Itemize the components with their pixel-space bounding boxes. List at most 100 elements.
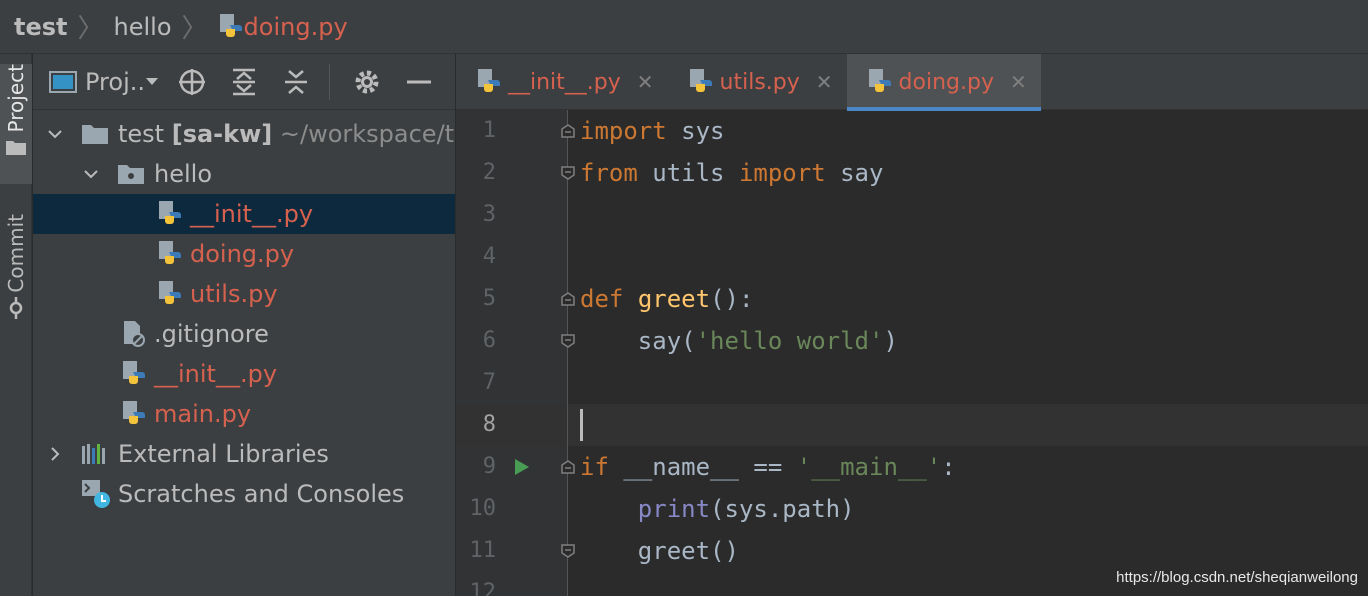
- project-tool-button[interactable]: Project: [0, 64, 32, 184]
- collapse-all-button[interactable]: [277, 63, 315, 101]
- commit-icon: [9, 296, 23, 319]
- tree-item-module-tag: [sa-kw]: [171, 120, 273, 148]
- code-line: 7: [456, 362, 1368, 404]
- project-tool-label: Project: [4, 64, 28, 133]
- dropdown-arrow-icon: [146, 77, 158, 85]
- fold-open-icon[interactable]: [560, 291, 576, 307]
- ignored-file-icon: [124, 321, 145, 347]
- tree-item-external-libraries[interactable]: External Libraries: [33, 434, 455, 474]
- crosshair-icon: [179, 68, 205, 95]
- close-icon[interactable]: ✕: [816, 70, 833, 94]
- minimize-icon: [407, 80, 431, 83]
- tree-item-utils-py[interactable]: utils.py: [33, 274, 455, 314]
- tree-item-gitignore[interactable]: .gitignore: [33, 314, 455, 354]
- line-number: 2: [482, 160, 496, 185]
- project-view-dropdown[interactable]: Proj..: [85, 68, 159, 96]
- tree-item-label: test: [118, 120, 165, 148]
- line-number: 11: [469, 538, 497, 563]
- tree-item-init-py[interactable]: __init__.py: [33, 194, 455, 234]
- close-icon[interactable]: ✕: [1010, 70, 1027, 94]
- line-number: 8: [482, 412, 496, 437]
- library-icon: [82, 444, 105, 464]
- expand-all-icon: [233, 68, 255, 95]
- code-line: 3: [456, 194, 1368, 236]
- project-view-icon: [49, 70, 77, 93]
- python-file-icon: [689, 69, 712, 92]
- tree-item-doing-py[interactable]: doing.py: [33, 234, 455, 274]
- breadcrumb-file[interactable]: doing.py: [218, 13, 348, 41]
- tree-item-main-py[interactable]: main.py: [33, 394, 455, 434]
- tab-doing-py[interactable]: doing.py ✕: [846, 54, 1041, 111]
- text-caret: [580, 409, 583, 441]
- chevron-down-icon[interactable]: [83, 166, 99, 182]
- tree-item-path: ~/workspace/t: [279, 120, 455, 148]
- project-toolbar: Proj..: [33, 54, 455, 110]
- tree-item-hello[interactable]: hello: [33, 154, 455, 194]
- tree-item-label: .gitignore: [154, 320, 269, 348]
- settings-button[interactable]: [348, 63, 386, 101]
- folder-icon: [82, 125, 108, 144]
- tree-item-test[interactable]: test [sa-kw] ~/workspace/t: [33, 114, 455, 154]
- fold-open-icon[interactable]: [560, 459, 576, 475]
- collapse-all-icon: [285, 69, 307, 94]
- project-view-label: Proj..: [85, 67, 145, 96]
- fold-open-icon[interactable]: [560, 123, 576, 139]
- code-line: 6 say('hello world'): [456, 320, 1368, 362]
- python-file-icon: [159, 281, 181, 304]
- chevron-down-icon[interactable]: [47, 126, 63, 142]
- code-line: 9 if __name__ == '__main__':: [456, 446, 1368, 488]
- code-line: 2 from utils import say: [456, 152, 1368, 194]
- project-panel: Proj.. test [sa-kw] ~/workspace/t hello …: [33, 54, 455, 596]
- expand-all-button[interactable]: [225, 63, 263, 101]
- line-number: 6: [482, 328, 496, 353]
- breadcrumb-folder[interactable]: hello: [114, 13, 172, 41]
- fold-guide: [567, 110, 568, 596]
- close-icon[interactable]: ✕: [637, 70, 654, 94]
- tree-item-label: __init__.py: [154, 360, 278, 388]
- tree-item-scratches[interactable]: Scratches and Consoles: [33, 474, 455, 514]
- python-file-icon: [123, 401, 145, 424]
- python-file-icon: [218, 13, 244, 41]
- code-line-current: 8: [456, 404, 1368, 446]
- gear-icon: [355, 70, 379, 93]
- chevron-right-icon[interactable]: [47, 446, 63, 462]
- line-number: 1: [482, 118, 496, 143]
- line-number: 3: [482, 202, 496, 227]
- breadcrumb-project[interactable]: test: [14, 13, 68, 41]
- chevron-right-icon: 〉: [181, 14, 208, 44]
- tool-window-stripe: Project Commit: [0, 54, 32, 596]
- package-folder-icon: [118, 165, 144, 184]
- breadcrumb-file-label: doing.py: [243, 12, 348, 41]
- toolbar-divider: [329, 63, 330, 100]
- tree-item-label: doing.py: [190, 240, 295, 268]
- fold-close-icon[interactable]: [560, 333, 576, 349]
- code-line: 4: [456, 236, 1368, 278]
- fold-close-icon[interactable]: [560, 165, 576, 181]
- tree-item-label: __init__.py: [190, 200, 314, 228]
- line-number: 12: [469, 580, 497, 596]
- code-line: 10 print(sys.path): [456, 488, 1368, 530]
- python-file-icon: [868, 69, 891, 92]
- commit-tool-button[interactable]: Commit: [0, 214, 32, 334]
- python-file-icon: [159, 201, 181, 224]
- tab-label: doing.py: [898, 69, 994, 95]
- code-line: 11 greet(): [456, 530, 1368, 572]
- code-line: 5 def greet():: [456, 278, 1368, 320]
- code-area[interactable]: 1 import sys 2 from utils import say 3 4…: [456, 110, 1368, 596]
- tab-label: __init__.py: [508, 69, 621, 95]
- line-number: 9: [482, 454, 496, 479]
- scratches-icon: [82, 480, 110, 508]
- run-icon[interactable]: [514, 458, 530, 476]
- locate-file-button[interactable]: [173, 63, 211, 101]
- tree-item-label: utils.py: [190, 280, 278, 308]
- tab-init-py[interactable]: __init__.py ✕: [456, 54, 668, 110]
- hide-panel-button[interactable]: [400, 63, 438, 101]
- code-editor: __init__.py ✕ utils.py ✕ doing.py ✕ 1 im…: [456, 54, 1368, 596]
- watermark-text: https://blog.csdn.net/sheqianweilong: [1116, 569, 1358, 586]
- folder-icon: [6, 141, 26, 156]
- navigation-breadcrumb: test 〉 hello 〉 doing.py: [0, 0, 1368, 54]
- tree-item-root-init-py[interactable]: __init__.py: [33, 354, 455, 394]
- fold-close-icon[interactable]: [560, 543, 576, 559]
- commit-tool-label: Commit: [4, 214, 28, 293]
- tab-utils-py[interactable]: utils.py ✕: [668, 54, 847, 110]
